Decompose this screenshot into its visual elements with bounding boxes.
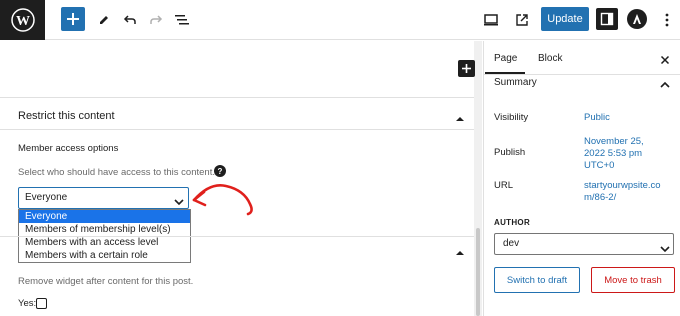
caret-up-icon <box>456 117 464 121</box>
top-toolbar: W Update <box>0 0 680 40</box>
tab-block[interactable]: Block <box>538 53 562 64</box>
sidebar-tabs-divider <box>484 74 680 75</box>
caret-up-icon <box>456 251 464 255</box>
astra-settings-button[interactable] <box>627 9 647 29</box>
visibility-value[interactable]: Public <box>584 112 610 124</box>
view-page-button[interactable] <box>510 8 534 32</box>
publish-date-link[interactable]: November 25, 2022 5:53 pm UTC+0 <box>584 136 644 172</box>
canvas-scrollbar-thumb[interactable] <box>476 228 480 316</box>
remove-widget-text: Remove widget after content for this pos… <box>18 276 194 287</box>
wordpress-logo-icon[interactable]: W <box>0 0 45 40</box>
author-select[interactable]: dev <box>494 233 674 255</box>
dropdown-option[interactable]: Everyone <box>19 210 190 223</box>
undo-icon <box>123 15 136 24</box>
member-access-label: Member access options <box>18 143 119 154</box>
options-menu-button[interactable] <box>655 8 679 32</box>
preview-button[interactable] <box>479 8 503 32</box>
dropdown-option[interactable]: Members with a certain role <box>19 249 190 262</box>
edit-tools-button[interactable] <box>92 8 116 32</box>
chevron-up-icon <box>660 81 670 88</box>
external-link-icon <box>516 14 528 26</box>
publish-value-line: 2022 5:53 pm <box>584 148 643 159</box>
summary-panel-title[interactable]: Summary <box>494 77 537 88</box>
close-icon <box>660 55 670 65</box>
switch-to-draft-button[interactable]: Switch to draft <box>494 267 580 293</box>
close-sidebar-button[interactable] <box>660 52 670 70</box>
document-overview-button[interactable] <box>170 8 194 32</box>
publish-value-line: November 25, <box>584 136 644 147</box>
visibility-label: Visibility <box>494 112 529 123</box>
yes-checkbox[interactable] <box>36 298 47 309</box>
publish-label: Publish <box>494 147 526 158</box>
list-view-icon <box>175 15 189 25</box>
collapse-summary-button[interactable] <box>660 76 670 94</box>
plus-icon <box>67 13 79 25</box>
redo-icon <box>150 15 163 24</box>
meta-box-header-divider <box>0 129 474 130</box>
add-block-button[interactable] <box>61 7 85 31</box>
author-label: AUTHOR <box>494 218 531 227</box>
chevron-down-icon <box>660 240 670 258</box>
meta-box-divider <box>0 97 474 98</box>
member-access-help: Select who should have access to this co… <box>18 167 215 178</box>
publish-value-line: UTC+0 <box>584 160 615 171</box>
dropdown-option[interactable]: Members with an access level <box>19 236 190 249</box>
undo-button[interactable] <box>118 8 142 32</box>
update-button[interactable]: Update <box>541 7 589 31</box>
member-access-select[interactable]: Everyone <box>18 187 189 209</box>
settings-button[interactable] <box>596 8 618 30</box>
collapse-widget-box-button[interactable] <box>455 244 465 262</box>
dropdown-option[interactable]: Members of membership level(s) <box>19 223 190 236</box>
url-label: URL <box>494 180 514 191</box>
pencil-icon <box>100 16 108 24</box>
redo-button[interactable] <box>144 8 168 32</box>
annotation-arrow-icon <box>192 184 253 216</box>
plus-icon <box>462 64 471 73</box>
astra-logo-icon <box>633 14 641 24</box>
url-value-line: m/86-2/ <box>584 192 617 203</box>
block-inserter-button[interactable] <box>458 60 475 77</box>
desktop-preview-icon <box>484 14 498 26</box>
yes-label: Yes: <box>18 298 37 309</box>
second-meta-box-divider <box>0 236 474 237</box>
collapse-meta-box-button[interactable] <box>455 110 465 128</box>
more-vertical-icon <box>665 13 669 27</box>
url-link[interactable]: startyourwpsite.co m/86-2/ <box>584 180 661 204</box>
sidebar-toggle-icon <box>600 12 614 26</box>
move-to-trash-button[interactable]: Move to trash <box>591 267 675 293</box>
tab-page[interactable]: Page <box>494 53 517 64</box>
svg-text:W: W <box>16 14 30 29</box>
meta-box-title[interactable]: Restrict this content <box>18 110 115 122</box>
url-value-line: startyourwpsite.co <box>584 180 661 191</box>
